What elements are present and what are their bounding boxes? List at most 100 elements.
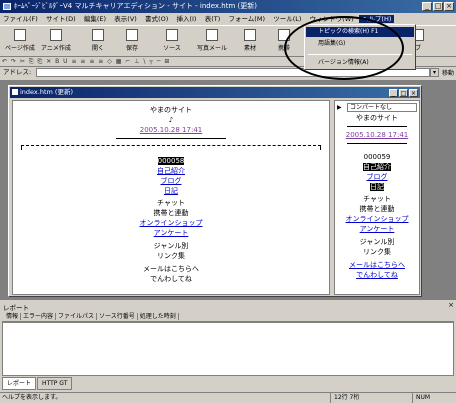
preview-link-profile[interactable]: 自己紹介 (363, 163, 391, 171)
col-info[interactable]: 情報 (4, 313, 22, 320)
tab-report[interactable]: レポート (2, 377, 37, 390)
counter: 000058 (157, 157, 185, 165)
col-line[interactable]: ソース行番号 (97, 313, 138, 320)
document-title: index.htm (更新) (20, 88, 73, 96)
preview-date: 2005.10.28 17:41 (345, 131, 409, 139)
go-button[interactable]: 移動 (442, 68, 454, 79)
report-label: レポート (3, 304, 29, 312)
address-dropdown[interactable]: ▾ (430, 68, 439, 77)
document-window: index.htm (更新) _ □ × やまのサイト ♪ 2005.10.28… (8, 85, 422, 297)
open-button[interactable]: 開く (80, 28, 116, 52)
link-chat[interactable]: チャット (13, 198, 329, 208)
link-blog[interactable]: ブログ (13, 176, 329, 186)
menu-form[interactable]: フォーム(M) (226, 15, 269, 23)
photo-icon (206, 29, 218, 41)
source-label: ソース (163, 45, 181, 52)
preview-link-mobile[interactable]: 携帯と連動 (335, 204, 419, 214)
folder-icon (92, 29, 104, 41)
new-page-label: ページ作成 (5, 45, 35, 52)
animation-label: アニメ作成 (41, 45, 71, 52)
link-genre[interactable]: ジャンル別 (13, 241, 329, 251)
minimize-button[interactable]: _ (422, 2, 432, 11)
report-close-icon[interactable]: × (448, 301, 454, 309)
preview-link-diary[interactable]: 日記 (370, 183, 384, 191)
maximize-button[interactable]: □ (433, 2, 443, 11)
status-text: ヘルプを表示します。 (2, 394, 62, 401)
preview-contact[interactable]: でんわしてね (335, 270, 419, 280)
save-icon (126, 29, 138, 41)
close-button[interactable]: × (444, 2, 454, 11)
source-button[interactable]: ソース (154, 28, 190, 52)
menu-tools[interactable]: ツール(L) (270, 15, 304, 23)
col-path[interactable]: ファイルパス (56, 313, 98, 320)
open-label: 開く (91, 45, 104, 52)
preview-pane: ▶ コンパートなし やまのサイト 2005.10.28 17:41 000059… (334, 100, 420, 295)
doc-minimize-button[interactable]: _ (389, 89, 398, 97)
doc-maximize-button[interactable]: □ (399, 89, 408, 97)
app-icon (3, 3, 11, 10)
preview-link-genre[interactable]: ジャンル別 (335, 237, 419, 247)
link-links[interactable]: リンク集 (13, 251, 329, 261)
col-error[interactable]: エラー内容 (21, 313, 57, 320)
col-time[interactable]: 処理した時刻 (137, 313, 179, 320)
window-title: ﾎｰﾑﾍﾟｰｼﾞﾋﾞﾙﾀﾞｰV4 マルチキャリアエディション - サイト - i… (14, 2, 257, 10)
menu-insert[interactable]: 挿入(I) (173, 15, 199, 23)
report-panel: レポート × 情報 エラー内容 ファイルパス ソース行番号 処理した時刻 レポート HTT… (0, 300, 456, 392)
source-icon (166, 29, 178, 41)
preview-link-shop[interactable]: オンラインショップ (335, 214, 419, 224)
mail-link[interactable]: メールはこちらへ (13, 264, 329, 274)
report-header: 情報 エラー内容 ファイルパス ソース行番号 処理した時刻 (2, 312, 454, 322)
address-label: アドレス: (3, 68, 32, 76)
page-editor[interactable]: やまのサイト ♪ 2005.10.28 17:41 000058 自己紹介 ブロ… (12, 100, 330, 295)
menu-edit[interactable]: 編集(E) (81, 15, 109, 23)
mdi-area: index.htm (更新) _ □ × やまのサイト ♪ 2005.10.28… (0, 80, 456, 300)
preview-link-links[interactable]: リンク集 (335, 247, 419, 257)
report-tabs: レポート HTTP GT (2, 377, 454, 390)
preview-select[interactable]: コンパートなし (347, 103, 417, 112)
site-title: やまのサイト (150, 106, 192, 114)
document-icon (12, 89, 18, 95)
report-list[interactable] (2, 322, 454, 376)
link-shop[interactable]: オンラインショップ (13, 218, 329, 228)
photo-mail-label: 写真メール (196, 45, 227, 52)
link-mobile[interactable]: 携帯と連動 (13, 208, 329, 218)
doc-close-button[interactable]: × (409, 89, 418, 97)
material-button[interactable]: 素材 (232, 28, 268, 52)
new-page-button[interactable]: ページ作成 (2, 28, 38, 52)
layout-box (21, 145, 321, 150)
tab-http[interactable]: HTTP GT (37, 377, 73, 390)
preview-link-chat[interactable]: チャット (335, 194, 419, 204)
app-window: ﾎｰﾑﾍﾟｰｼﾞﾋﾞﾙﾀﾞｰV4 マルチキャリアエディション - サイト - i… (0, 0, 456, 403)
contact-text: でんわしてね (150, 275, 192, 283)
material-icon (244, 29, 256, 41)
page-icon (14, 29, 26, 41)
menu-view[interactable]: 表示(V) (111, 15, 140, 23)
save-label: 保存 (125, 45, 138, 52)
preview-link-survey[interactable]: アンケート (335, 224, 419, 234)
title-bar: ﾎｰﾑﾍﾟｰｼﾞﾋﾞﾙﾀﾞｰV4 マルチキャリアエディション - サイト - i… (0, 0, 456, 13)
link-diary[interactable]: 日記 (13, 186, 329, 196)
preview-link-blog[interactable]: ブログ (335, 172, 419, 182)
menu-site[interactable]: サイト(D) (43, 15, 79, 23)
document-title-bar: index.htm (更新) _ □ × (10, 87, 420, 98)
rule (116, 138, 226, 139)
preview-title: やまのサイト (356, 114, 398, 122)
animation-icon (50, 29, 62, 41)
save-button[interactable]: 保存 (114, 28, 150, 52)
preview-play-icon[interactable]: ▶ (337, 104, 342, 111)
link-survey[interactable]: アンケート (13, 228, 329, 238)
material-label: 素材 (243, 45, 256, 52)
menu-file[interactable]: ファイル(F) (0, 15, 41, 23)
preview-counter: 000059 (363, 153, 391, 161)
preview-mail-link[interactable]: メールはこちらへ (335, 260, 419, 270)
menu-table[interactable]: 表(T) (202, 15, 224, 23)
window-controls: _ □ × (422, 2, 454, 11)
status-bar: ヘルプを表示します。 12行 7桁 NUM (0, 392, 456, 403)
date-text: 2005.10.28 17:41 (139, 126, 203, 134)
document-controls: _ □ × (389, 89, 418, 97)
link-profile[interactable]: 自己紹介 (13, 166, 329, 176)
animation-button[interactable]: アニメ作成 (38, 28, 74, 52)
highlight-ellipse (284, 16, 404, 80)
photo-mail-button[interactable]: 写真メール (194, 28, 230, 52)
menu-format[interactable]: 書式(O) (142, 15, 171, 23)
